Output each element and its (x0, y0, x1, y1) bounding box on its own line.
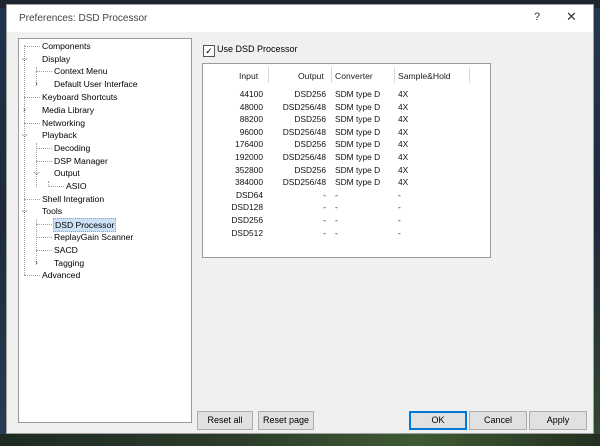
table-cell: DSD256 (231, 215, 263, 225)
reset-all-button[interactable]: Reset all (197, 411, 253, 430)
chevron-down-icon[interactable]: ⌵ (20, 205, 29, 217)
table-cell: 48000 (239, 101, 263, 112)
chevron-down-icon[interactable]: ⌵ (32, 167, 41, 179)
tree-item-label: DSD Processor (53, 218, 117, 232)
tree-item-label: Output (54, 168, 80, 178)
table-cell: 4X (398, 164, 409, 175)
table-cell: DSD256 (294, 139, 326, 150)
table-cell: SDM type D (335, 164, 381, 175)
table-cell: 192000 (235, 152, 263, 162)
table-cell: DSD128 (231, 202, 263, 213)
tree-item-label: Advanced (42, 270, 81, 280)
table-cell: 384000 (235, 177, 263, 188)
table-cell: - (398, 202, 401, 213)
title-bar[interactable]: Preferences: DSD Processor ? ✕ (7, 5, 593, 32)
tree-item-label: Keyboard Shortcuts (42, 92, 118, 102)
table-cell: 88200 (239, 114, 263, 125)
chevron-down-icon[interactable]: ⌵ (20, 129, 29, 141)
table-cell: - (335, 227, 338, 238)
tree-item-label: Decoding (54, 143, 91, 153)
tree-item-label: Media Library (42, 105, 95, 115)
column-header-sample-hold[interactable]: Sample&Hold (398, 71, 451, 81)
table-cell: 4X (398, 177, 409, 188)
tree-item-label: Components (42, 41, 91, 51)
column-separator (469, 67, 470, 83)
table-cell: DSD256/48 (282, 101, 326, 112)
column-header-input[interactable]: Input (239, 71, 258, 81)
chevron-down-icon[interactable]: ⌵ (20, 53, 29, 65)
table-cell: 176400 (235, 139, 263, 150)
table-cell: DSD256 (294, 89, 326, 99)
tree-item-label: Display (42, 54, 71, 64)
tree-item-label: Playback (42, 130, 77, 140)
table-cell: SDM type D (335, 126, 381, 137)
table-cell: - (335, 215, 338, 225)
tree-guide-line (36, 143, 37, 187)
table-cell: - (335, 202, 338, 213)
column-separator (268, 67, 269, 83)
table-cell: - (323, 215, 326, 225)
table-cell: 96000 (239, 126, 263, 137)
table-cell: - (398, 227, 401, 238)
table-cell: DSD256/48 (282, 177, 326, 188)
checkmark-icon[interactable]: ✓ (203, 45, 215, 57)
table-cell: SDM type D (335, 152, 381, 162)
table-cell: SDM type D (335, 139, 381, 150)
column-separator (394, 67, 395, 83)
tree-item-label: Context Menu (54, 66, 108, 76)
tree-item-label: Shell Integration (42, 194, 105, 204)
table-cell: DSD256 (294, 114, 326, 125)
table-cell: SDM type D (335, 177, 381, 188)
window-title: Preferences: DSD Processor (19, 13, 148, 24)
table-cell: - (323, 202, 326, 213)
column-header-converter[interactable]: Converter (335, 71, 373, 81)
cancel-button[interactable]: Cancel (469, 411, 527, 430)
table-cell: 4X (398, 114, 409, 125)
table-cell: SDM type D (335, 89, 381, 99)
table-cell: - (398, 189, 401, 200)
tree-item-label: ASIO (66, 181, 87, 191)
preferences-dialog: Preferences: DSD Processor ? ✕ Component… (6, 4, 594, 434)
tree-item-label: Default User Interface (54, 79, 138, 89)
table-cell: 44100 (239, 89, 263, 99)
table-cell: - (335, 189, 338, 200)
tree-item-label: Tools (42, 206, 63, 216)
table-cell: 4X (398, 89, 409, 99)
column-separator (331, 67, 332, 83)
tree-guide-line (24, 45, 25, 275)
reset-page-button[interactable]: Reset page (258, 411, 314, 430)
table-cell: - (323, 227, 326, 238)
tree-item-label: Tagging (54, 258, 85, 268)
table-cell: 4X (398, 152, 409, 162)
tree-item-label: ReplayGain Scanner (54, 232, 134, 242)
table-cell: DSD256 (294, 164, 326, 175)
chevron-right-icon[interactable]: › (32, 78, 41, 90)
close-icon[interactable]: ✕ (566, 9, 577, 25)
table-cell: DSD64 (236, 189, 263, 200)
use-dsd-processor-label: Use DSD Processor (217, 44, 298, 54)
table-cell: 4X (398, 126, 409, 137)
dsd-conversion-table: Input Output Converter Sample&Hold 44100… (202, 63, 491, 258)
chevron-right-icon[interactable]: › (20, 104, 29, 116)
table-cell: DSD512 (231, 227, 263, 238)
preferences-tree: Components ⌵ Display Context Menu › Defa… (18, 38, 192, 423)
ok-button[interactable]: OK (409, 411, 467, 430)
background-window-bottom (0, 434, 600, 446)
tree-item-label: Networking (42, 118, 85, 128)
table-cell: SDM type D (335, 114, 381, 125)
help-icon[interactable]: ? (534, 11, 540, 23)
table-cell: DSD256/48 (282, 126, 326, 137)
tree-item-label: DSP Manager (54, 156, 108, 166)
table-cell: - (398, 215, 401, 225)
tree-item-label: SACD (54, 245, 78, 255)
apply-button[interactable]: Apply (529, 411, 587, 430)
table-cell: SDM type D (335, 101, 381, 112)
table-cell: 352800 (235, 164, 263, 175)
table-cell: DSD256/48 (282, 152, 326, 162)
table-cell: 4X (398, 139, 409, 150)
table-cell: 4X (398, 101, 409, 112)
column-header-output[interactable]: Output (298, 71, 324, 81)
chevron-right-icon[interactable]: › (32, 257, 41, 269)
table-cell: - (323, 189, 326, 200)
